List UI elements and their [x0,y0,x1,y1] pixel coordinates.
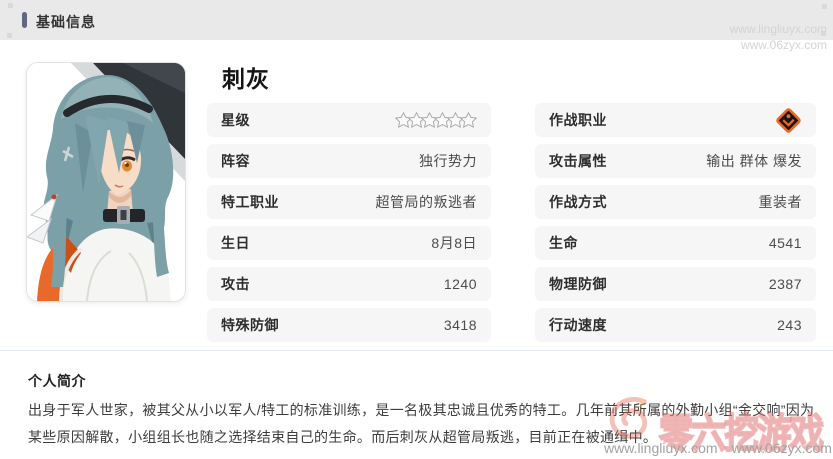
top-right-watermark: www.lingliuyx.com www.06zyx.com [730,21,827,53]
row-label: 生日 [221,233,250,253]
info-row-physical-defense: 物理防御 2387 [535,267,816,301]
bottom-watermark-urls: www.lingliuyx.com www.06zyx.com [604,440,832,456]
section-header-bar: 基础信息 [0,0,833,40]
row-value: 243 [777,317,802,333]
watermark-url: www.lingliuyx.com [604,440,718,456]
star-rating-six-stars [399,112,477,129]
corner-dot [822,4,827,9]
character-portrait [26,62,186,302]
combat-class-diamond-icon [775,107,802,134]
info-row-star-rating: 星级 [207,103,491,137]
character-name: 刺灰 [222,60,270,94]
row-value: 输出 群体 爆发 [706,151,802,171]
flame-swirl-logo-icon [606,394,652,440]
row-label: 阵容 [221,151,250,171]
row-label: 行动速度 [549,315,607,335]
row-label: 特工职业 [221,192,279,212]
info-row-attack: 攻击 1240 [207,267,491,301]
row-value: 2387 [769,276,802,292]
row-label: 特殊防御 [221,315,279,335]
info-row-speed: 行动速度 243 [535,308,816,342]
header-accent-bar [22,12,27,28]
row-label: 作战职业 [549,110,607,130]
watermark-url: www.lingliuyx.com [730,21,827,37]
info-row-combat-style: 作战方式 重装者 [535,185,816,219]
character-portrait-art [27,63,185,301]
row-label: 生命 [549,233,578,253]
row-value: 8月8日 [431,233,477,253]
row-label: 攻击属性 [549,151,607,171]
row-value: 4541 [769,235,802,251]
row-value: 1240 [444,276,477,292]
info-row-combat-class: 作战职业 [535,103,816,137]
row-value: 重装者 [759,192,803,212]
row-value: 超管局的叛逃者 [376,192,478,212]
section-title: 基础信息 [36,12,96,32]
profile-heading: 个人简介 [28,371,86,391]
info-row-hp: 生命 4541 [535,226,816,260]
row-label: 物理防御 [549,274,607,294]
watermark-url: www.06zyx.com [732,440,832,456]
row-value: 3418 [444,317,477,333]
info-row-agent-class: 特工职业 超管局的叛逃者 [207,185,491,219]
info-row-birthday: 生日 8月8日 [207,226,491,260]
basic-info-page: 基础信息 www.lingliuyx.com www.06zyx.com [0,0,833,459]
row-label: 星级 [221,110,250,130]
info-row-special-defense: 特殊防御 3418 [207,308,491,342]
info-row-faction: 阵容 独行势力 [207,144,491,178]
corner-dot [8,3,13,8]
row-label: 作战方式 [549,192,607,212]
section-divider [0,350,833,351]
watermark-url: www.06zyx.com [730,37,827,53]
row-label: 攻击 [221,274,250,294]
row-value: 独行势力 [419,151,477,171]
info-row-attack-attribute: 攻击属性 输出 群体 爆发 [535,144,816,178]
corner-dot [7,33,12,38]
